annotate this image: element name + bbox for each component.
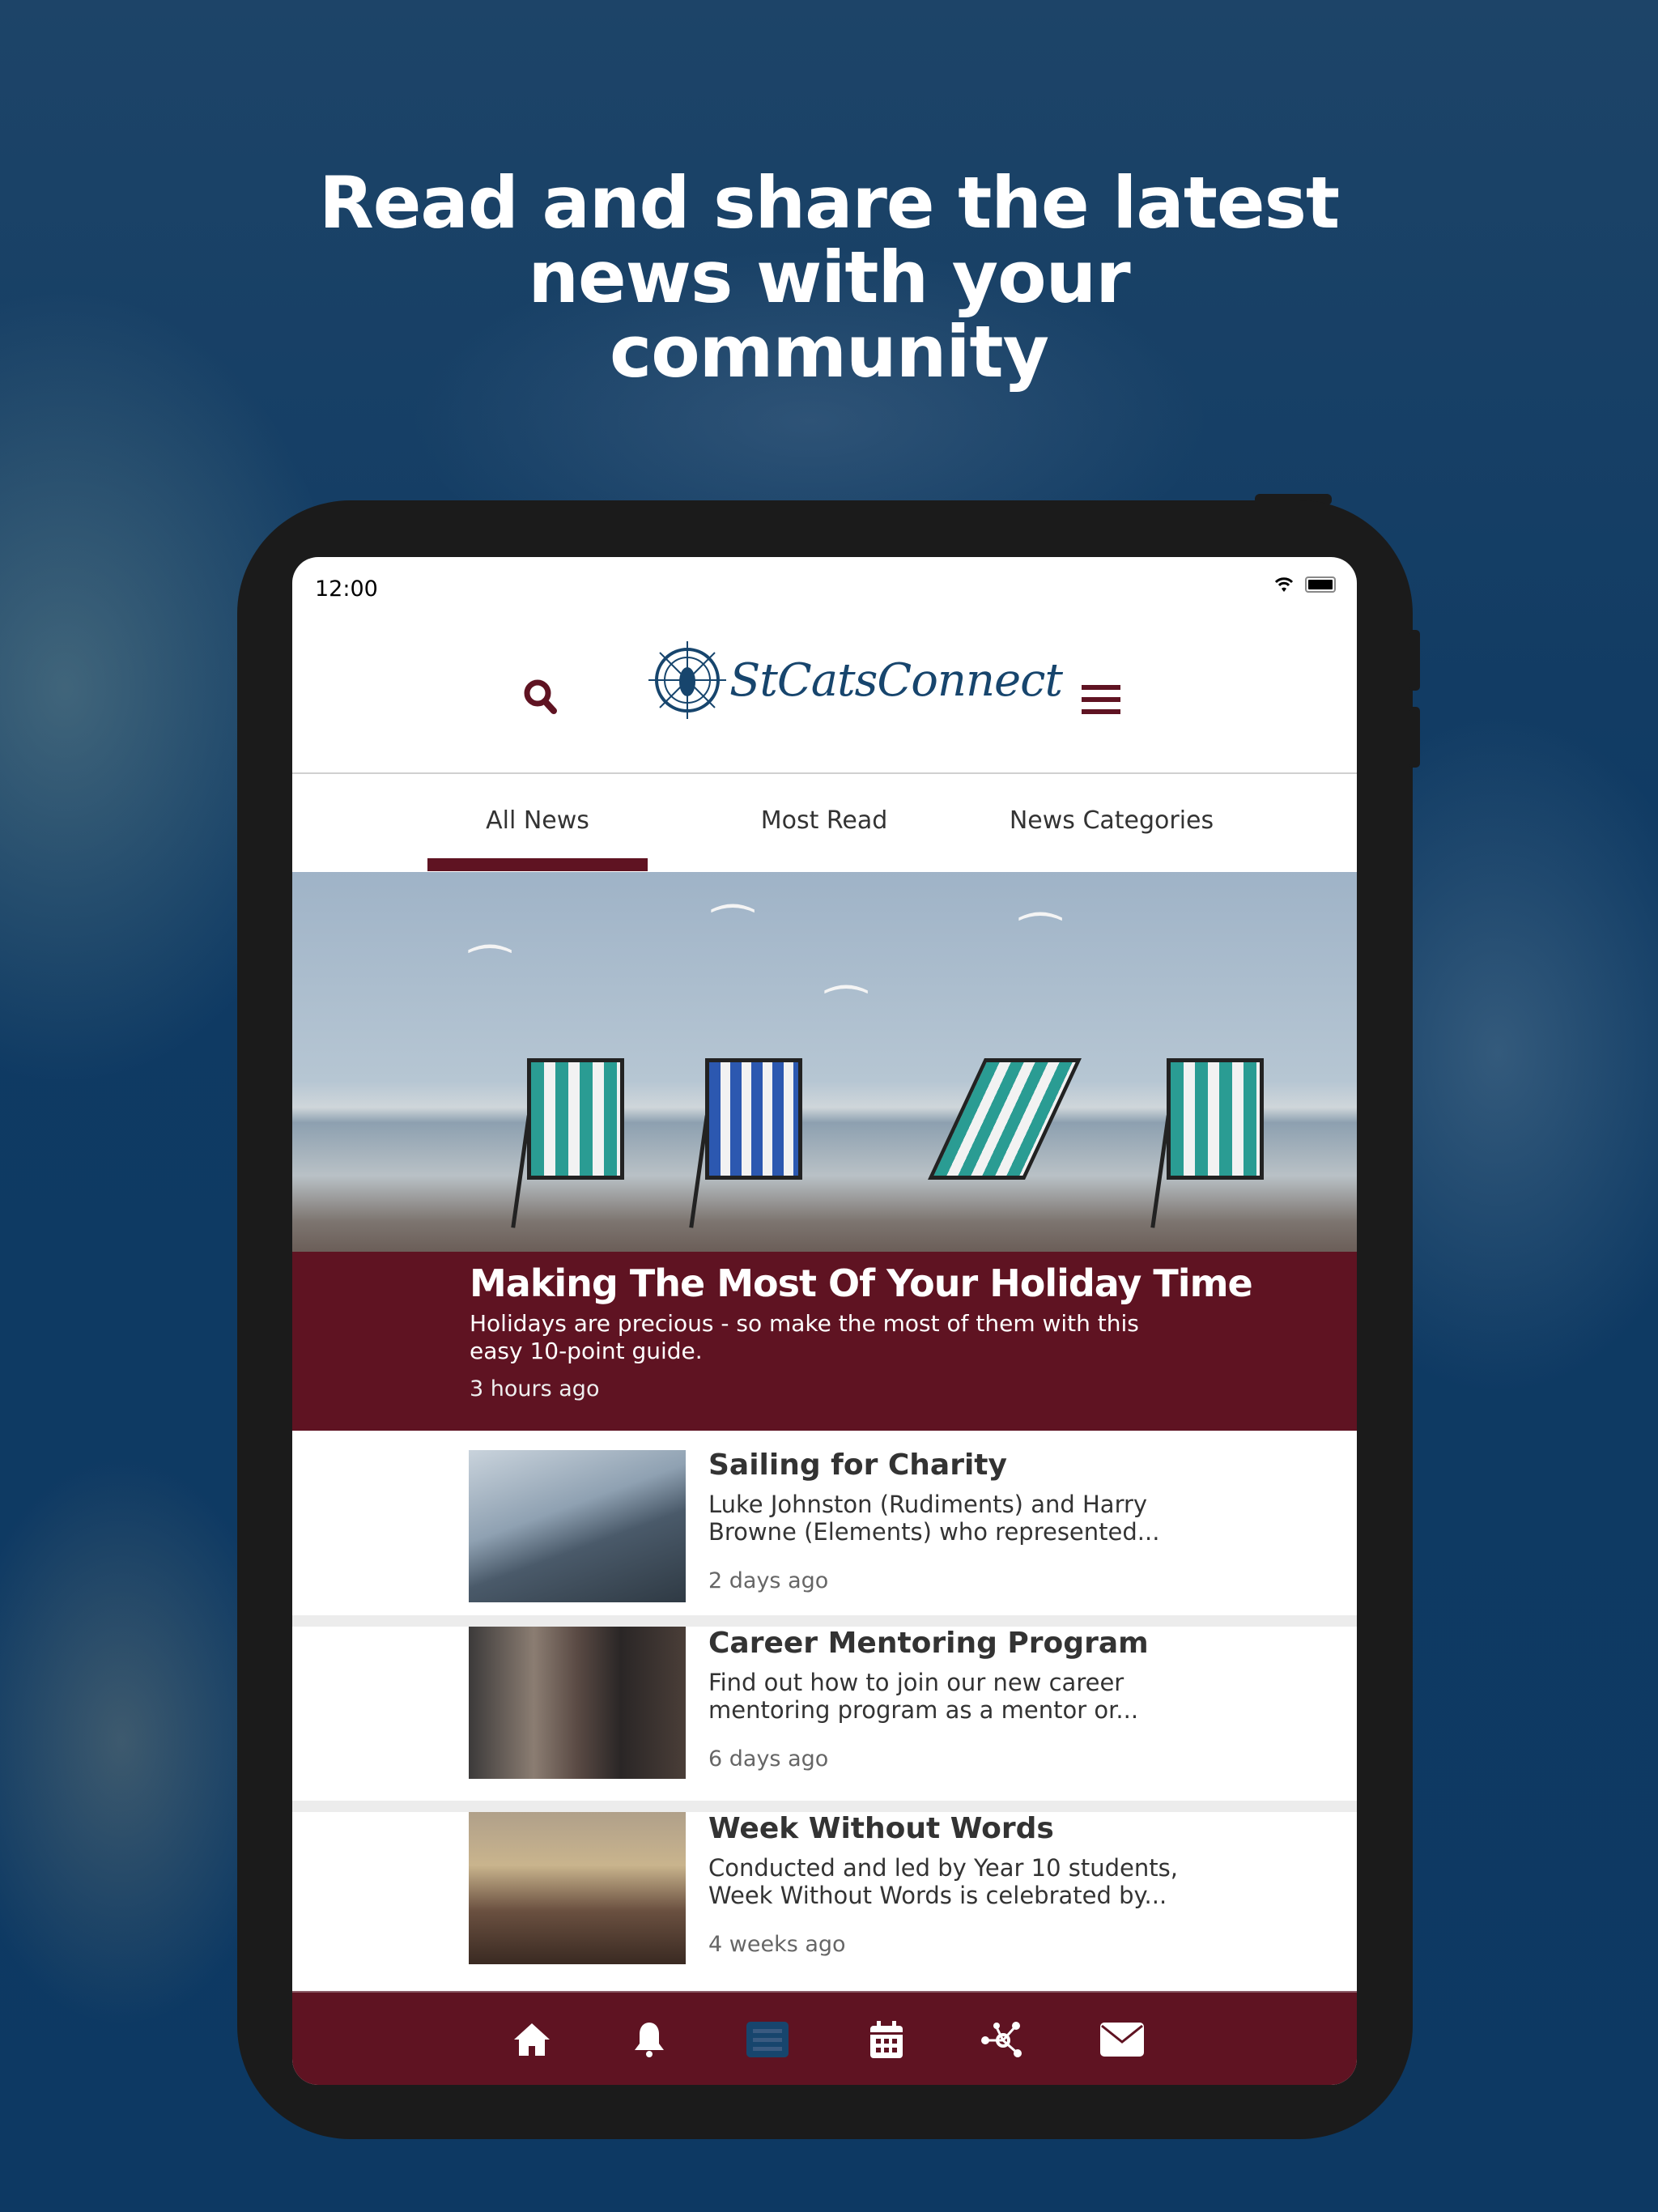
deck-chair [705,1058,802,1180]
compass-owl-logo-icon [648,641,726,719]
headline-line: Read and share the latest [318,161,1340,245]
deck-chair [928,1058,1082,1180]
article-thumbnail [469,1812,686,1964]
app-header: StCatsConnect [292,614,1357,774]
divider [292,1801,1357,1812]
bottom-nav [292,1991,1357,2085]
headline-line: community [610,310,1049,393]
article-title: Sailing for Charity [708,1448,1007,1482]
article-thumbnail [469,1450,686,1602]
article-item[interactable]: Sailing for Charity Luke Johnston (Rudim… [292,1431,1357,1615]
headline: Read and share the latest news with your… [0,166,1658,389]
status-time: 12:00 [315,576,378,602]
article-summary: Find out how to join our new career ment… [708,1669,1139,1724]
seagull: ⁀ [713,904,753,961]
seagull: ⁀ [827,985,866,1042]
news-icon[interactable] [745,2020,790,2059]
tab-most-read[interactable]: Most Read [703,806,946,835]
featured-article[interactable]: Making The Most Of Your Holiday Time Hol… [292,1252,1357,1431]
network-icon[interactable] [980,2020,1026,2059]
article-item[interactable]: Week Without Words Conducted and led by … [292,1812,1357,1997]
wifi-icon [1274,577,1294,592]
article-title: Career Mentoring Program [708,1627,1149,1660]
article-item[interactable]: Career Mentoring Program Find out how to… [292,1627,1357,1811]
calendar-icon[interactable] [864,2020,909,2059]
article-summary: Luke Johnston (Rudiments) and Harry Brow… [708,1491,1160,1546]
news-tabs: All News Most Read News Categories [292,776,1357,871]
deck-chair [1167,1058,1264,1180]
search-icon[interactable] [523,678,559,714]
headline-line: news with your [528,236,1130,319]
article-time: 2 days ago [708,1568,829,1593]
article-time: 4 weeks ago [708,1932,846,1957]
featured-title: Making The Most Of Your Holiday Time [470,1261,1253,1305]
hamburger-menu-icon[interactable] [1082,685,1120,721]
tab-news-categories[interactable]: News Categories [990,806,1233,835]
tab-all-news[interactable]: All News [416,806,659,835]
article-summary: Conducted and led by Year 10 students, W… [708,1854,1178,1909]
volume-up-button [1409,630,1420,691]
featured-summary: Holidays are precious - so make the most… [470,1310,1139,1364]
seagull: ⁀ [1021,912,1061,969]
logo-text: StCatsConnect [729,653,1063,707]
seagull: ⁀ [470,945,510,1002]
article-thumbnail [469,1627,686,1779]
status-icons [1274,576,1336,593]
article-title: Week Without Words [708,1812,1054,1845]
active-tab-indicator [427,858,648,871]
featured-image[interactable]: ⁀ ⁀ ⁀ ⁀ [292,872,1357,1252]
volume-down-button [1409,707,1420,768]
deck-chair [527,1058,624,1180]
app-screen: 12:00 StCatsConnect All News Most Read N… [292,557,1357,2085]
envelope-icon[interactable] [1099,2020,1145,2059]
article-time: 6 days ago [708,1746,829,1772]
battery-icon [1305,576,1336,593]
app-logo: StCatsConnect [648,640,1063,721]
featured-time: 3 hours ago [470,1376,600,1402]
divider [292,1615,1357,1627]
bell-icon[interactable] [627,2020,672,2059]
home-icon[interactable] [509,2020,555,2059]
